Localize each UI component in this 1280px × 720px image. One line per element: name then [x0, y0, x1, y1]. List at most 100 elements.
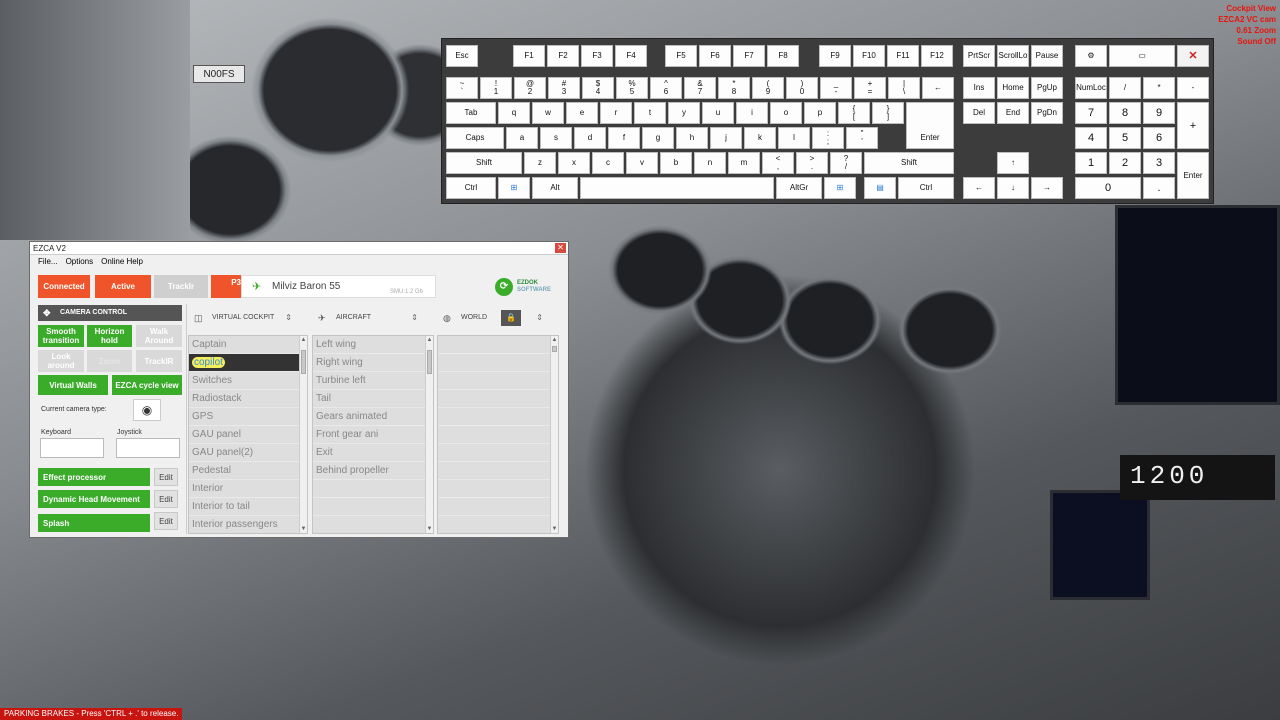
key-o[interactable]: o — [770, 102, 802, 124]
key-pause[interactable]: Pause — [1031, 45, 1063, 67]
scroll-down-icon[interactable]: ▼ — [426, 526, 433, 532]
key-tab[interactable]: Tab — [446, 102, 496, 124]
key-f11[interactable]: F11 — [887, 45, 919, 67]
splash-edit-button[interactable]: Edit — [154, 512, 178, 530]
key-tilde[interactable]: ~ ` — [446, 77, 478, 99]
key-v[interactable]: v — [626, 152, 658, 174]
list-item[interactable]: Captain — [189, 336, 307, 354]
list-item[interactable] — [313, 480, 433, 498]
scroll-down-icon[interactable]: ▼ — [300, 526, 307, 532]
key-t[interactable]: t — [634, 102, 666, 124]
key-e[interactable]: e — [566, 102, 598, 124]
key-x[interactable]: x — [558, 152, 590, 174]
virtual-cockpit-header[interactable]: ◫ VIRTUAL COCKPIT ⇕ — [188, 308, 298, 328]
list-item[interactable]: Front gear ani — [313, 426, 433, 444]
world-header[interactable]: ◍ WORLD 🔒 ⇕ — [437, 308, 549, 328]
scroll-up-icon[interactable]: ▲ — [426, 337, 433, 343]
key-p[interactable]: p — [804, 102, 836, 124]
key-enter[interactable]: Enter — [906, 102, 954, 149]
list-item[interactable] — [313, 516, 433, 533]
list-item[interactable]: Tail — [313, 390, 433, 408]
key-n[interactable]: n — [694, 152, 726, 174]
list-item[interactable]: Turbine left — [313, 372, 433, 390]
key-num-6[interactable]: 6 — [1143, 127, 1175, 149]
key-g[interactable]: g — [642, 127, 674, 149]
key-num-8[interactable]: 8 — [1109, 102, 1141, 124]
key-alt[interactable]: Alt — [532, 177, 578, 199]
key-menu-icon[interactable]: ▤ — [864, 177, 896, 199]
key-caps[interactable]: Caps — [446, 127, 504, 149]
key-num-divide[interactable]: / — [1109, 77, 1141, 99]
key-5[interactable]: % 5 — [616, 77, 648, 99]
key-3[interactable]: # 3 — [548, 77, 580, 99]
key-y[interactable]: y — [668, 102, 700, 124]
scroll-thumb[interactable] — [552, 346, 557, 352]
trackir-button[interactable]: TrackIr — [154, 275, 208, 298]
close-icon[interactable]: ✕ — [555, 243, 566, 253]
effect-processor-edit-button[interactable]: Edit — [154, 468, 178, 486]
key-pgdn[interactable]: PgDn — [1031, 102, 1063, 124]
key-windows-icon[interactable]: ⊞ — [498, 177, 530, 199]
ezca-cycle-view-button[interactable]: EZCA cycle view — [112, 375, 182, 395]
active-button[interactable]: Active — [95, 275, 151, 298]
key-f10[interactable]: F10 — [853, 45, 885, 67]
key-f9[interactable]: F9 — [819, 45, 851, 67]
key-semicolon[interactable]: : ; — [812, 127, 844, 149]
key-quote[interactable]: " ' — [846, 127, 878, 149]
menu-options[interactable]: Options — [66, 255, 94, 269]
list-item[interactable]: Exit — [313, 444, 433, 462]
list-item[interactable] — [438, 390, 558, 408]
key-right-ctrl[interactable]: Ctrl — [898, 177, 954, 199]
key-4[interactable]: $ 4 — [582, 77, 614, 99]
key-f12[interactable]: F12 — [921, 45, 953, 67]
key-k[interactable]: k — [744, 127, 776, 149]
key-m[interactable]: m — [728, 152, 760, 174]
key-num-2[interactable]: 2 — [1109, 152, 1141, 174]
lock-icon[interactable]: 🔒 — [501, 310, 521, 326]
keyboard-close-button[interactable]: ✕ — [1177, 45, 1209, 67]
key-altgr[interactable]: AltGr — [776, 177, 822, 199]
list-item[interactable] — [438, 498, 558, 516]
key-s[interactable]: s — [540, 127, 572, 149]
scrollbar[interactable]: ▲ ▼ — [299, 336, 307, 533]
key-num-7[interactable]: 7 — [1075, 102, 1107, 124]
key-period[interactable]: > . — [796, 152, 828, 174]
key-ins[interactable]: Ins — [963, 77, 995, 99]
key-num-1[interactable]: 1 — [1075, 152, 1107, 174]
key-pgup[interactable]: PgUp — [1031, 77, 1063, 99]
key-windows-right-icon[interactable]: ⊞ — [824, 177, 856, 199]
list-item[interactable]: Interior passengers — [189, 516, 307, 533]
horizon-hold-button[interactable]: Horizon hold — [87, 325, 132, 347]
virtual-walls-button[interactable]: Virtual Walls — [38, 375, 108, 395]
key-end[interactable]: End — [997, 102, 1029, 124]
key-2[interactable]: @ 2 — [514, 77, 546, 99]
key-space[interactable] — [580, 177, 774, 199]
key-left-ctrl[interactable]: Ctrl — [446, 177, 496, 199]
sort-updown-icon[interactable]: ⇕ — [411, 308, 418, 328]
key-left-shift[interactable]: Shift — [446, 152, 522, 174]
key-w[interactable]: w — [532, 102, 564, 124]
key-esc[interactable]: Esc — [446, 45, 478, 67]
key-z[interactable]: z — [524, 152, 556, 174]
key-a[interactable]: a — [506, 127, 538, 149]
effect-processor-button[interactable]: Effect processor — [38, 468, 150, 486]
key-right-shift[interactable]: Shift — [864, 152, 954, 174]
list-item[interactable] — [313, 498, 433, 516]
list-item[interactable]: Radiostack — [189, 390, 307, 408]
key-6[interactable]: ^ 6 — [650, 77, 682, 99]
key-d[interactable]: d — [574, 127, 606, 149]
scroll-down-icon[interactable]: ▼ — [551, 526, 558, 532]
list-item[interactable] — [438, 462, 558, 480]
list-item[interactable]: Interior to tail — [189, 498, 307, 516]
menu-file[interactable]: File... — [38, 255, 58, 269]
key-num-multiply[interactable]: * — [1143, 77, 1175, 99]
key-arrow-down[interactable]: ↓ — [997, 177, 1029, 199]
key-prtscr[interactable]: PrtScr — [963, 45, 995, 67]
key-num-9[interactable]: 9 — [1143, 102, 1175, 124]
scroll-thumb[interactable] — [301, 350, 306, 374]
key-b[interactable]: b — [660, 152, 692, 174]
dynamic-head-movement-button[interactable]: Dynamic Head Movement — [38, 490, 150, 508]
key-num-minus[interactable]: - — [1177, 77, 1209, 99]
list-item[interactable]: Left wing — [313, 336, 433, 354]
smooth-transition-button[interactable]: Smooth transition — [38, 325, 84, 347]
